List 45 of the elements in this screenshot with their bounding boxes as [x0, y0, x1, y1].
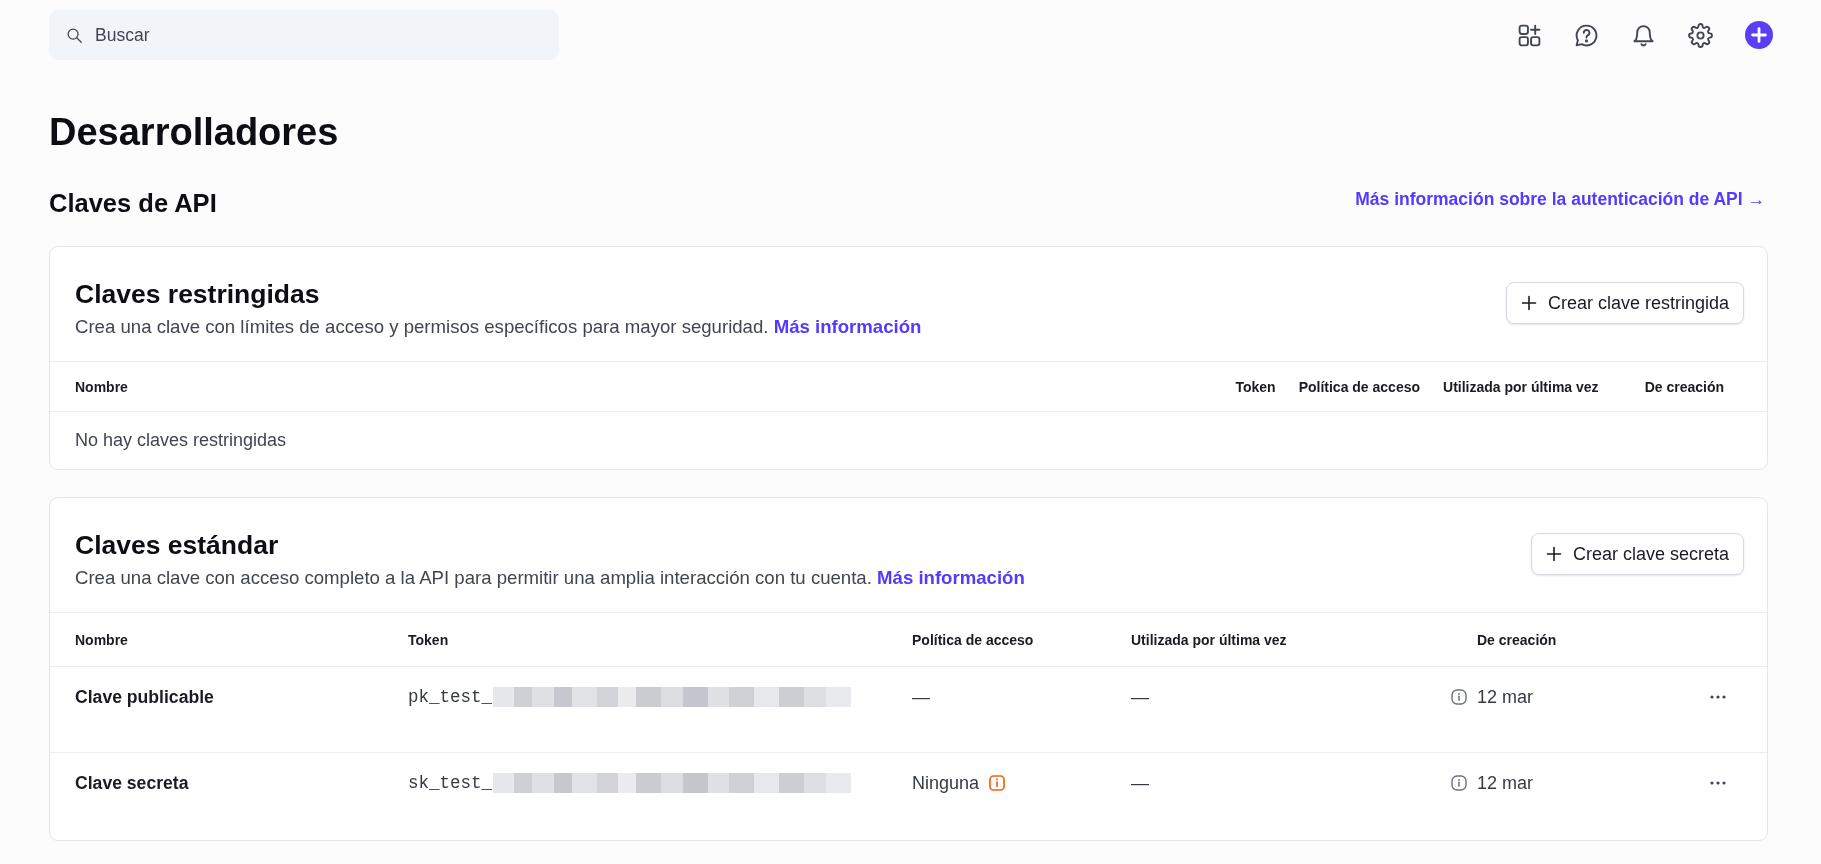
created-date: 12 mar — [1477, 686, 1534, 709]
token-prefix: sk_test_ — [408, 772, 492, 795]
created-date: 12 mar — [1477, 772, 1534, 795]
last-used: — — [1131, 686, 1149, 709]
card-title: Claves restringidas — [75, 278, 321, 310]
info-icon — [1451, 775, 1467, 791]
plus-circle-icon[interactable] — [1745, 21, 1773, 49]
more-icon[interactable] — [1709, 694, 1727, 700]
search-field[interactable]: Buscar — [49, 10, 559, 60]
column-header: De creación — [1477, 631, 1557, 648]
search-icon — [66, 26, 83, 44]
more-info-link[interactable]: Más información — [773, 316, 922, 337]
api-auth-link[interactable]: Más información sobre la autenticación de API → — [1355, 189, 1765, 210]
help-icon[interactable] — [1574, 22, 1599, 48]
grid-plus-icon[interactable] — [1517, 22, 1542, 48]
key-name: Clave publicable — [75, 686, 214, 709]
settings-icon[interactable] — [1688, 22, 1713, 48]
page-title: Desarrolladores — [49, 110, 339, 155]
column-header: Token — [1235, 378, 1276, 395]
column-header: Política de acceso — [912, 631, 1034, 648]
access-policy: — — [912, 686, 930, 709]
column-header: Política de acceso — [1298, 378, 1421, 395]
more-icon[interactable] — [1709, 780, 1727, 786]
token-prefix: pk_test_ — [408, 686, 492, 709]
create-key-button[interactable]: Crear clave restringida — [1505, 282, 1744, 324]
column-header: Utilizada por última vez — [1131, 631, 1287, 648]
key-name: Clave secreta — [75, 772, 189, 795]
last-used: — — [1131, 772, 1149, 795]
more-info-link[interactable]: Más información — [877, 567, 1025, 588]
card-description: Crea una clave con acceso completo a la API para permitir una amplia interacción con tu cuenta. Más información — [75, 566, 1025, 590]
column-header: Token — [408, 631, 449, 648]
column-header: Nombre — [75, 631, 128, 648]
column-header: Nombre — [75, 378, 128, 395]
column-header: De creación — [1644, 378, 1724, 395]
column-header: Utilizada por última vez — [1443, 378, 1599, 395]
card-title: Claves estándar — [75, 529, 280, 561]
section-title: Claves de API — [49, 188, 217, 219]
plus-icon — [1520, 295, 1537, 311]
access-policy: Ninguna — [912, 772, 980, 795]
create-key-button[interactable]: Crear clave secreta — [1530, 533, 1744, 575]
plus-icon — [1545, 546, 1562, 562]
bell-icon[interactable] — [1631, 22, 1656, 48]
card-description: Crea una clave con límites de acceso y permisos específicos para mayor seguridad. Más información — [75, 315, 922, 339]
info-icon — [1451, 689, 1467, 705]
empty-message: No hay claves restringidas — [50, 411, 1767, 469]
